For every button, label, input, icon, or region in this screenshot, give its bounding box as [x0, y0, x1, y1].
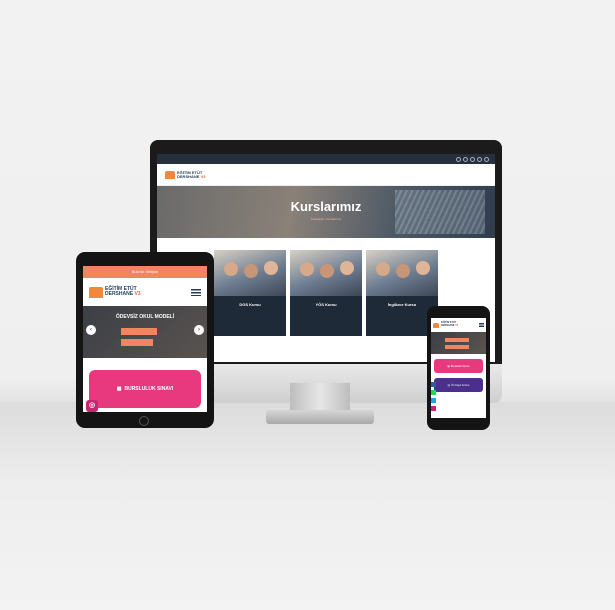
youtube-icon[interactable]	[477, 156, 482, 162]
monitor-foot	[266, 410, 374, 424]
site-logo[interactable]: EĞİTİM ETÜT DERSHANE V3	[165, 170, 206, 179]
phone-device: EĞİTİM ETÜT DERSHANE V3 ▦ Bursluluk Sına…	[427, 306, 490, 430]
hamburger-menu-icon[interactable]	[479, 323, 484, 327]
social-icons	[456, 156, 489, 162]
bursluluk-button[interactable]: ▦ Bursluluk Sınavı	[434, 359, 483, 373]
course-card[interactable]: DGS Kursu	[214, 250, 286, 336]
tablet-topbar[interactable]: Bizimle İletişim	[83, 266, 207, 278]
site-logo[interactable]: EĞİTİM ETÜT DERSHANE V3	[433, 321, 459, 328]
bursluluk-label: BURSLULUK SINAVI	[124, 386, 174, 392]
chevron-left-icon[interactable]: ‹	[86, 325, 96, 335]
chevron-right-icon[interactable]: ›	[194, 325, 204, 335]
facebook-icon[interactable]	[431, 382, 436, 387]
instagram-icon[interactable]: ◎	[86, 400, 98, 412]
slider-button-secondary[interactable]	[121, 339, 153, 346]
slider-title: ÖDEVSİZ OKUL MODELİ	[115, 314, 175, 320]
logo-line2: DERSHANE V3	[177, 173, 206, 179]
tablet-screen: Bizimle İletişim EĞİTİM ETÜT DERSHANE V3…	[83, 266, 207, 412]
course-photo	[366, 250, 438, 296]
logo-mark-icon	[89, 286, 103, 298]
desktop-navbar: EĞİTİM ETÜT DERSHANE V3	[157, 164, 495, 186]
floor-reflection	[0, 402, 615, 610]
page-title: Kurslarımız	[290, 199, 362, 214]
logo-mark-icon	[433, 322, 439, 328]
logo-mark-icon	[165, 170, 175, 179]
phone-icon[interactable]	[431, 398, 436, 403]
instagram-icon[interactable]	[431, 406, 436, 411]
tablet-slider: ÖDEVSİZ OKUL MODELİ ‹ ›	[83, 306, 207, 358]
bursluluk-button[interactable]: ▦ BURSLULUK SINAVI ◎	[86, 370, 201, 412]
phone-navbar: EĞİTİM ETÜT DERSHANE V3	[431, 318, 486, 332]
phone-screen: EĞİTİM ETÜT DERSHANE V3 ▦ Bursluluk Sına…	[431, 318, 486, 418]
twitter-icon[interactable]	[463, 156, 468, 162]
course-photo	[290, 250, 362, 296]
on-kayit-button[interactable]: ▤ Ön Kayıt Formu	[434, 378, 483, 392]
linkedin-icon[interactable]	[484, 156, 489, 162]
facebook-icon[interactable]	[456, 156, 461, 162]
home-button[interactable]	[139, 416, 149, 426]
logo-text: EĞİTİM ETÜT DERSHANE V3	[177, 170, 206, 179]
tablet-navbar: EĞİTİM ETÜT DERSHANE V3	[83, 278, 207, 306]
slider-button-secondary[interactable]	[445, 345, 469, 349]
course-card[interactable]: YÖS Kursu	[290, 250, 362, 336]
phone-slider	[431, 332, 486, 354]
tablet-device: Bizimle İletişim EĞİTİM ETÜT DERSHANE V3…	[76, 252, 214, 428]
course-desc	[214, 307, 286, 313]
course-desc	[290, 307, 362, 313]
instagram-icon[interactable]	[470, 156, 475, 162]
site-logo[interactable]: EĞİTİM ETÜT DERSHANE V3	[89, 286, 141, 298]
course-photo	[214, 250, 286, 296]
hamburger-menu-icon[interactable]	[191, 288, 201, 296]
logo-text: EĞİTİM ETÜT DERSHANE V3	[105, 286, 141, 297]
calendar-icon: ▦	[447, 364, 450, 368]
monitor-stand	[290, 383, 350, 413]
logo-text: EĞİTİM ETÜT DERSHANE V3	[441, 321, 459, 327]
slider-button-primary[interactable]	[445, 338, 469, 342]
calendar-icon: ▦	[116, 386, 122, 392]
breadcrumb[interactable]: Anasayfa / Kurslarımız	[157, 217, 495, 221]
slider-button-primary[interactable]	[121, 328, 157, 335]
whatsapp-icon[interactable]	[431, 390, 436, 395]
page-hero: Kurslarımız Anasayfa / Kurslarımız	[157, 186, 495, 238]
desktop-topbar	[157, 154, 495, 164]
form-icon: ▤	[447, 383, 451, 387]
